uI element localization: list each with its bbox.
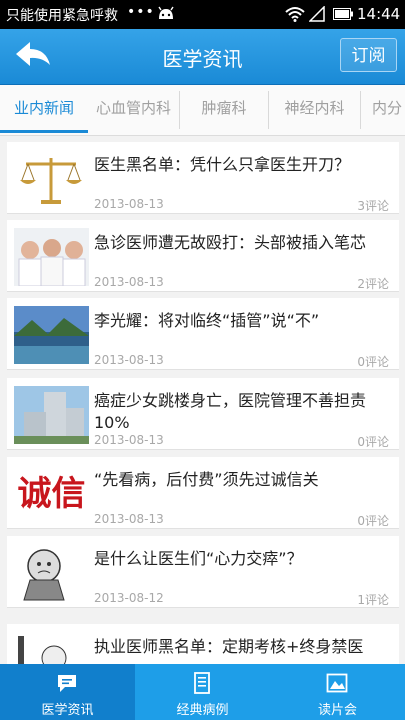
nav-label: 读片会 bbox=[317, 703, 357, 718]
article-item[interactable]: 是什么让医生们“心力交瘁”？ 2013-08-12 1评论 bbox=[7, 536, 399, 608]
category-tabs: 业内新闻 心血管内科 肿瘤科 神经内科 内分 bbox=[0, 85, 405, 136]
cartoon-image-2 bbox=[14, 632, 89, 664]
comment-count: 2评论 bbox=[357, 277, 389, 291]
scales-image bbox=[14, 150, 89, 208]
article-date: 2013-08-13 bbox=[94, 197, 164, 211]
nav-medical-news[interactable]: 医学资讯 bbox=[0, 664, 135, 720]
bottom-navigation: 医学资讯 经典病例 读片会 bbox=[0, 664, 405, 720]
tab-endocrinology[interactable]: 内分 bbox=[361, 91, 405, 129]
article-title: “先看病，后付费”须先过诚信关 bbox=[94, 470, 319, 489]
article-title: 李光耀：将对临终“插管”说“不” bbox=[94, 311, 320, 330]
status-bar: 只能使用紧急呼救 ••• 14:44 bbox=[0, 0, 405, 29]
wifi-icon bbox=[285, 7, 305, 22]
article-date: 2013-08-13 bbox=[94, 433, 164, 447]
cartoon-image bbox=[14, 544, 89, 602]
comment-count: 0评论 bbox=[357, 355, 389, 369]
article-item[interactable]: 医生黑名单：凭什么只拿医生开刀？ 2013-08-13 3评论 bbox=[7, 142, 399, 214]
comment-count: 1评论 bbox=[357, 593, 389, 607]
article-list[interactable]: 医生黑名单：凭什么只拿医生开刀？ 2013-08-13 3评论 急诊医师遭无故殴… bbox=[0, 136, 405, 664]
chat-icon bbox=[58, 675, 76, 692]
article-title: 癌症少女跳楼身亡，医院管理不善担责10% bbox=[94, 391, 367, 432]
tab-oncology[interactable]: 肿瘤科 bbox=[180, 91, 269, 129]
document-icon bbox=[194, 672, 210, 694]
comment-count: 3评论 bbox=[357, 199, 389, 213]
signal-icon bbox=[309, 6, 325, 22]
doctors-photo bbox=[14, 228, 89, 286]
nav-image-reading[interactable]: 读片会 bbox=[270, 664, 405, 720]
calligraphy-image: 诚信 bbox=[14, 465, 89, 523]
comment-count: 0评论 bbox=[357, 435, 389, 449]
article-title: 急诊医师遭无故殴打：头部被插入笔芯 bbox=[94, 233, 367, 252]
article-title: 是什么让医生们“心力交瘁”？ bbox=[94, 549, 303, 568]
nav-classic-cases[interactable]: 经典病例 bbox=[135, 664, 270, 720]
article-title: 医生黑名单：凭什么只拿医生开刀？ bbox=[94, 155, 351, 174]
tab-industry-news[interactable]: 业内新闻 bbox=[0, 85, 88, 133]
nav-label: 医学资讯 bbox=[41, 703, 94, 718]
tab-neurology[interactable]: 神经内科 bbox=[269, 91, 361, 129]
article-item[interactable]: 急诊医师遭无故殴打：头部被插入笔芯 2013-08-13 2评论 bbox=[7, 220, 399, 292]
tab-cardiology[interactable]: 心血管内科 bbox=[88, 91, 180, 129]
carrier-text: 只能使用紧急呼救 bbox=[6, 8, 118, 24]
comment-count: 0评论 bbox=[357, 514, 389, 528]
calligraphy-text: 诚信 bbox=[14, 465, 89, 523]
clock: 14:44 bbox=[357, 5, 401, 23]
article-date: 2013-08-13 bbox=[94, 512, 164, 526]
article-title: 执业医师黑名单：定期考核+终身禁医 bbox=[94, 637, 364, 656]
battery-icon bbox=[333, 8, 353, 20]
nav-label: 经典病例 bbox=[176, 703, 229, 718]
article-date: 2013-08-12 bbox=[94, 591, 164, 605]
android-icon bbox=[158, 6, 174, 19]
article-item[interactable]: 诚信 “先看病，后付费”须先过诚信关 2013-08-13 0评论 bbox=[7, 457, 399, 529]
hospital-building-photo bbox=[14, 386, 89, 444]
app-header: 医学资讯 订阅 bbox=[0, 29, 405, 85]
image-icon bbox=[326, 673, 348, 693]
article-date: 2013-08-13 bbox=[94, 353, 164, 367]
article-item[interactable]: 癌症少女跳楼身亡，医院管理不善担责10% 2013-08-13 0评论 bbox=[7, 378, 399, 450]
article-date: 2013-08-13 bbox=[94, 275, 164, 289]
landscape-photo bbox=[14, 306, 89, 364]
subscribe-button[interactable]: 订阅 bbox=[340, 38, 397, 72]
article-item[interactable]: 执业医师黑名单：定期考核+终身禁医 bbox=[7, 624, 399, 664]
notification-dots: ••• bbox=[127, 4, 155, 20]
article-item[interactable]: 李光耀：将对临终“插管”说“不” 2013-08-13 0评论 bbox=[7, 298, 399, 370]
